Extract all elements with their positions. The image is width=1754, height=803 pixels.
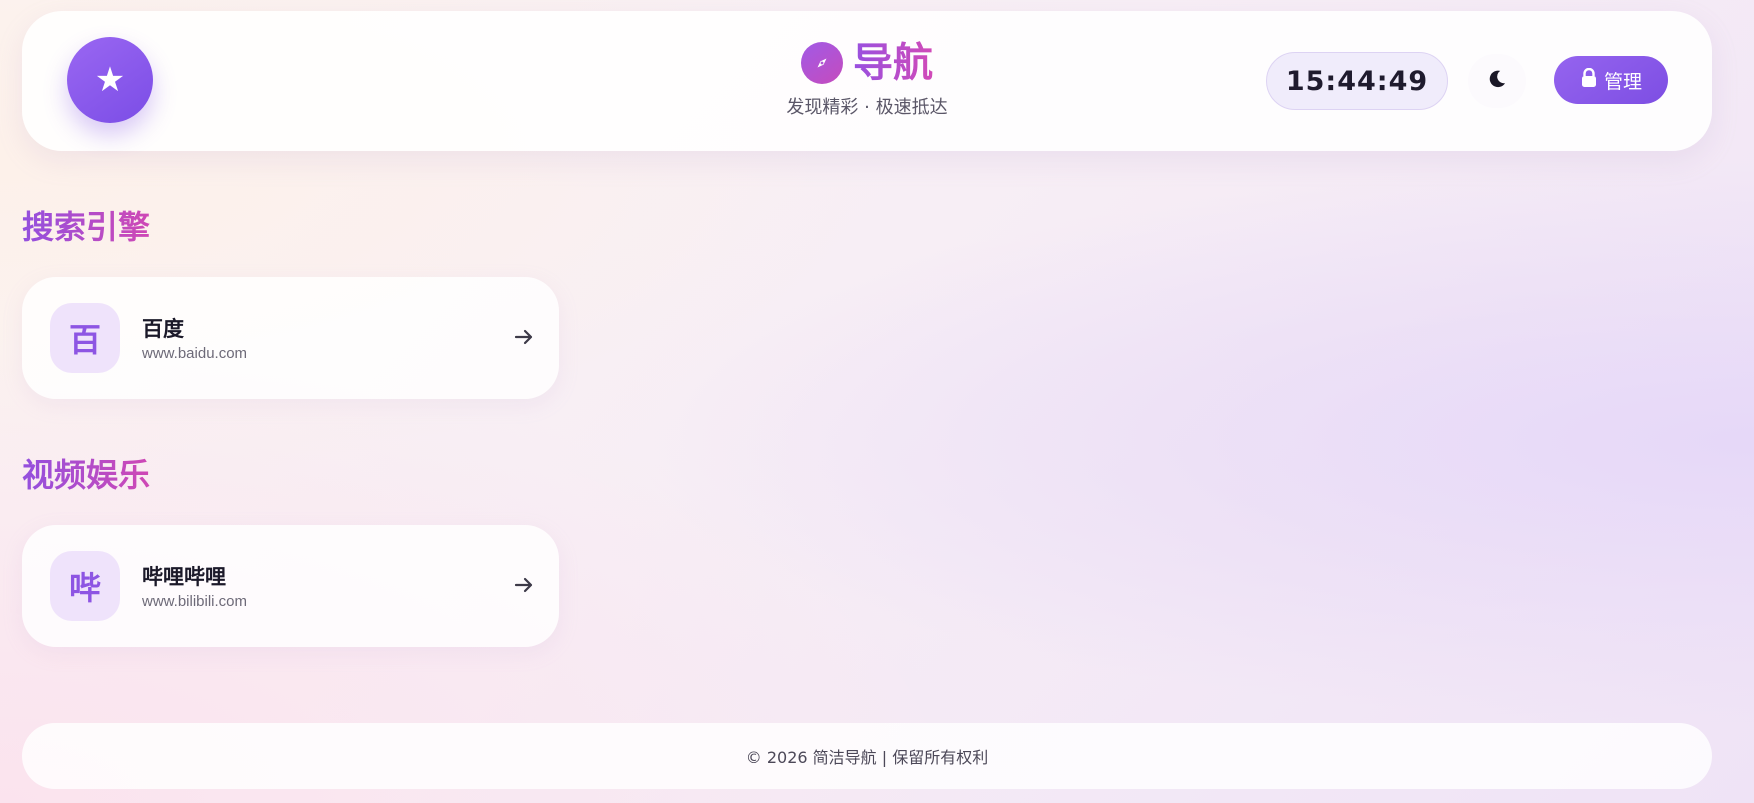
link-card-baidu[interactable]: 百 百度 www.baidu.com <box>22 277 559 399</box>
admin-button-label: 管理 <box>1603 70 1642 93</box>
card-title: 哔哩哔哩 <box>142 565 226 589</box>
page-title: 导航 <box>853 40 933 86</box>
card-url: www.bilibili.com <box>142 593 248 610</box>
compass-icon <box>801 42 843 84</box>
site-initial-icon: 百 <box>50 303 120 373</box>
brand: 导航 发现精彩 · 极速抵达 <box>22 39 1712 119</box>
arrow-right-icon <box>512 325 536 349</box>
footer: © 2026 简洁导航 | 保留所有权利 <box>22 723 1712 789</box>
lock-icon <box>1580 67 1598 93</box>
site-initial-icon: 哔 <box>50 551 120 621</box>
link-card-bilibili[interactable]: 哔 哔哩哔哩 www.bilibili.com <box>22 525 559 647</box>
section-title-search-engines: 搜索引擎 <box>22 208 151 246</box>
clock-display: 15:44:49 <box>1266 52 1448 110</box>
arrow-right-icon <box>512 573 536 597</box>
brand-title-row: 导航 <box>801 39 933 87</box>
footer-copyright: © 2026 简洁导航 | 保留所有权利 <box>745 748 989 767</box>
theme-toggle-button[interactable] <box>1468 54 1526 108</box>
page-subtitle: 发现精彩 · 极速抵达 <box>786 97 948 118</box>
card-title: 百度 <box>142 317 184 341</box>
section-title-video-entertainment: 视频娱乐 <box>22 456 151 494</box>
admin-button[interactable]: 管理 <box>1554 56 1668 104</box>
card-url: www.baidu.com <box>142 345 248 362</box>
header-bar: ★ 导航 发现精彩 · 极速抵达 15:44:49 管理 <box>22 11 1712 151</box>
moon-icon <box>1486 68 1508 95</box>
